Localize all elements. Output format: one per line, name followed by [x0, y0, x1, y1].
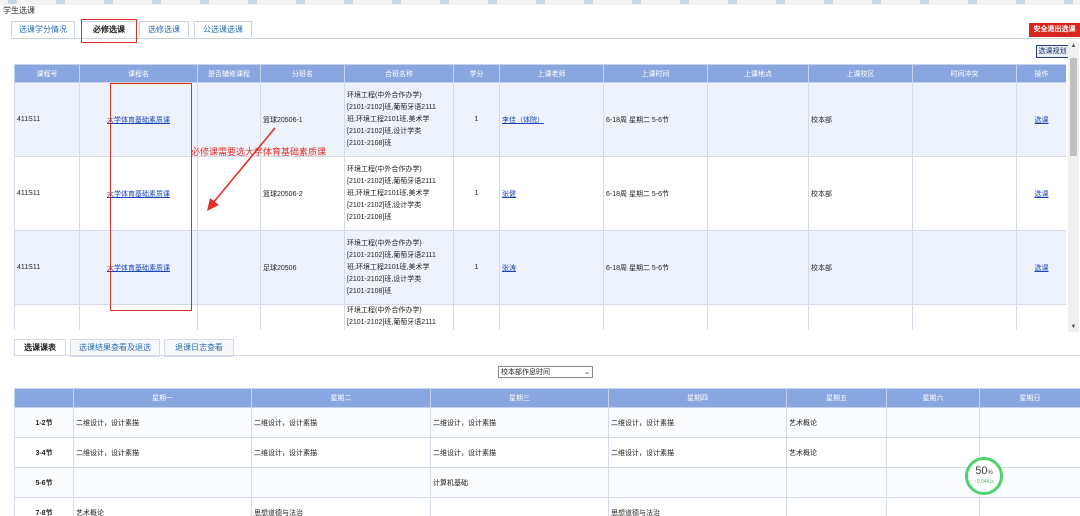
period-label: 5-6节 — [14, 467, 74, 498]
schedule-cell: 二维设计，设计素描 — [430, 407, 609, 438]
gauge-percent: 50% — [975, 465, 993, 477]
schedule-cell — [430, 497, 609, 516]
col-header: 星期六 — [886, 388, 980, 408]
schedule-cell — [73, 467, 252, 498]
col-header: 星期二 — [251, 388, 431, 408]
network-speed-gauge[interactable]: 50% ↑0.04K/s — [965, 457, 1003, 495]
period-label: 1-2节 — [14, 407, 74, 438]
scroll-thumb[interactable] — [1070, 58, 1077, 156]
col-header: 星期一 — [73, 388, 252, 408]
col-header: 星期五 — [786, 388, 887, 408]
schedule-time-select[interactable]: 校本部作息时间 ⌄ — [498, 366, 593, 378]
scroll-up-icon[interactable]: ▲ — [1069, 42, 1078, 51]
schedule-cell: 二维设计，设计素描 — [608, 437, 787, 468]
col-header: 星期日 — [979, 388, 1080, 408]
schedule-cell: 艺术概论 — [73, 497, 252, 516]
schedule-cell: 二维设计，设计素描 — [251, 437, 431, 468]
schedule-cell: 二维设计，设计素描 — [73, 407, 252, 438]
scroll-down-icon[interactable]: ▼ — [1069, 323, 1078, 332]
schedule-cell: 艺术概论 — [786, 437, 887, 468]
period-label: 3-4节 — [14, 437, 74, 468]
gauge-speed: ↑0.04K/s — [974, 479, 994, 485]
schedule-cell — [886, 437, 980, 468]
schedule-cell — [251, 467, 431, 498]
schedule-cell: 计算机基础 — [430, 467, 609, 498]
schedule-cell — [979, 407, 1080, 438]
schedule-cell — [786, 467, 887, 498]
schedule-cell: 艺术概论 — [786, 407, 887, 438]
schedule-cell: 思想道德与法治 — [251, 497, 431, 516]
schedule-header: 星期一 星期二 星期三 星期四 星期五 星期六 星期日 — [14, 388, 1080, 408]
schedule-cell: 二维设计，设计素描 — [73, 437, 252, 468]
course-table-scrollbar[interactable]: ▲ ▼ — [1068, 42, 1079, 332]
schedule-cell — [786, 497, 887, 516]
schedule-cell — [979, 497, 1080, 516]
schedule-cell: 二维设计，设计素描 — [608, 407, 787, 438]
schedule-row: 5-6节 计算机基础 — [14, 467, 1080, 498]
tab-schedule[interactable]: 选课课表 — [14, 339, 66, 356]
schedule-row: 3-4节 二维设计，设计素描 二维设计，设计素描 二维设计，设计素描 二维设计，… — [14, 437, 1080, 468]
schedule-row: 1-2节 二维设计，设计素描 二维设计，设计素描 二维设计，设计素描 二维设计，… — [14, 407, 1080, 438]
schedule-cell — [886, 407, 980, 438]
schedule-table-container: 星期一 星期二 星期三 星期四 星期五 星期六 星期日 1-2节 二维设计，设计… — [14, 388, 1080, 516]
schedule-row: 7-8节 艺术概论 思想道德与法治 思想道德与法治 — [14, 497, 1080, 516]
schedule-cell: 二维设计，设计素描 — [251, 407, 431, 438]
schedule-cell: 思想道德与法治 — [608, 497, 787, 516]
schedule-table: 星期一 星期二 星期三 星期四 星期五 星期六 星期日 1-2节 二维设计，设计… — [14, 388, 1080, 516]
bottom-tab-divider — [14, 355, 1080, 356]
col-header — [14, 388, 74, 408]
period-label: 7-8节 — [14, 497, 74, 516]
schedule-time-select-value: 校本部作息时间 — [501, 369, 550, 376]
col-header: 星期三 — [430, 388, 609, 408]
schedule-cell: 二维设计，设计素描 — [430, 437, 609, 468]
schedule-cell — [886, 497, 980, 516]
schedule-cell — [608, 467, 787, 498]
chevron-down-icon: ⌄ — [584, 369, 590, 376]
col-header: 星期四 — [608, 388, 787, 408]
